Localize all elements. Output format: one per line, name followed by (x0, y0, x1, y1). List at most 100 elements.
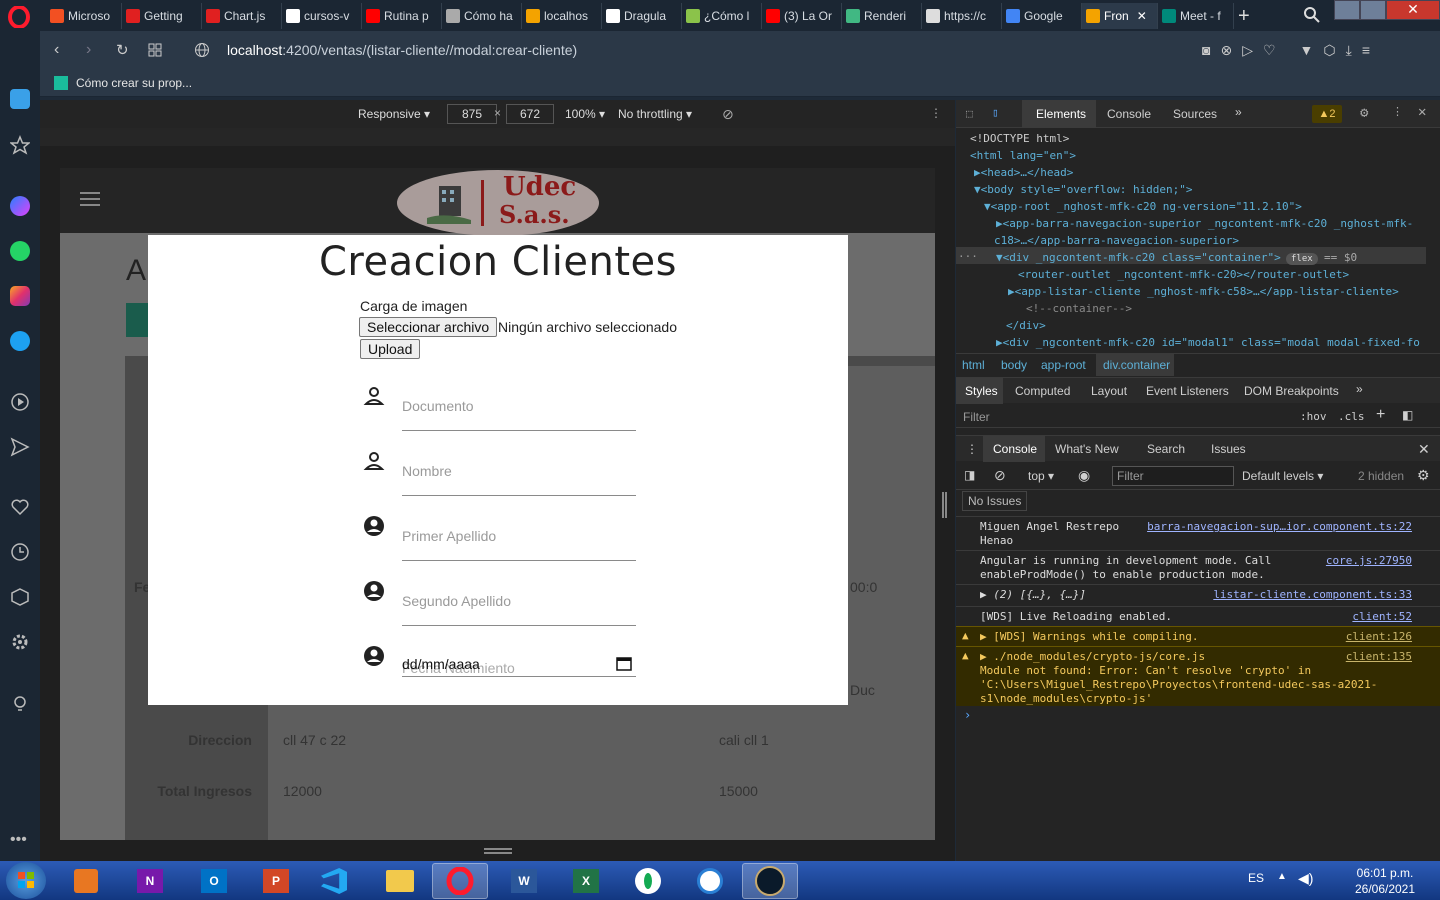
inspect-icon[interactable]: ⬚ (966, 107, 973, 120)
box-icon[interactable] (10, 587, 30, 607)
toggle-sidebar-icon[interactable]: ◧ (1402, 408, 1413, 422)
dom-node[interactable]: ▶<app-listar-cliente _nghost-mfk-c58>…</… (1008, 285, 1399, 298)
tab-elements[interactable]: Elements (1036, 107, 1086, 121)
hamburger-menu-icon[interactable] (80, 192, 100, 206)
taskbar-opera-icon[interactable] (432, 863, 488, 899)
console-warning-row[interactable]: ▲ ▶ [WDS] Warnings while compiling. clie… (956, 626, 1440, 646)
taskbar-outlook-icon[interactable]: O (186, 863, 242, 899)
device-height-input[interactable]: 672 (506, 104, 554, 124)
speed-dial-icon[interactable] (148, 43, 162, 57)
browser-tab[interactable]: localhos (522, 3, 602, 29)
heart-bookmark-icon[interactable]: ♡ (1263, 42, 1276, 59)
messenger-icon[interactable] (10, 196, 30, 216)
browser-tab[interactable]: Cómo ha (442, 3, 522, 29)
browser-tab[interactable]: Dragula (602, 3, 682, 29)
vpn-icon[interactable]: ▼ (1300, 42, 1314, 59)
devtools-split-handle[interactable] (942, 492, 947, 518)
log-source-link[interactable]: core.js:27950 (1326, 554, 1412, 567)
add-rule-icon[interactable]: + (1376, 406, 1385, 424)
tab-event-listeners[interactable]: Event Listeners (1146, 384, 1229, 398)
language-indicator[interactable]: ES (1248, 871, 1264, 885)
console-prompt-icon[interactable]: › (964, 708, 971, 722)
clock-date[interactable]: 26/06/2021 (1340, 882, 1430, 896)
hov-toggle[interactable]: :hov (1300, 410, 1327, 423)
taskbar-media-player-icon[interactable] (58, 863, 114, 899)
heart-icon[interactable] (10, 497, 30, 517)
back-icon[interactable]: ‹ (54, 41, 59, 59)
dom-node[interactable]: </div> (1006, 319, 1046, 332)
browser-tab[interactable]: Rutina p (362, 3, 442, 29)
dom-node-selected[interactable]: ▼<div _ngcontent-mfk-c20 class="containe… (996, 251, 1281, 264)
start-button[interactable] (6, 862, 46, 899)
drawer-tab-issues[interactable]: Issues (1211, 442, 1246, 456)
new-tab-button[interactable]: + (1238, 5, 1250, 28)
dom-node[interactable]: <html lang="en"> (970, 149, 1076, 162)
tab-layout[interactable]: Layout (1091, 384, 1127, 398)
search-tabs-icon[interactable] (1303, 6, 1321, 24)
minimize-button[interactable] (1334, 0, 1360, 20)
more-tabs-icon[interactable]: » (1235, 105, 1242, 119)
log-source-link[interactable]: listar-cliente.component.ts:33 (1213, 588, 1412, 601)
browser-tab[interactable]: Google (1002, 3, 1082, 29)
dom-node[interactable]: ▼<app-root _nghost-mfk-c20 ng-version="1… (984, 200, 1302, 213)
browser-tab[interactable]: ¿Cómo l (682, 3, 762, 29)
opera-logo-icon[interactable] (8, 6, 30, 28)
breadcrumb-item[interactable]: html (962, 358, 985, 372)
maximize-button[interactable] (1360, 0, 1386, 20)
drawer-menu-icon[interactable]: ⋮ (966, 442, 978, 456)
calendar-icon[interactable] (616, 655, 632, 671)
more-icon[interactable]: ••• (10, 831, 27, 849)
taskbar-powerpoint-icon[interactable]: P (248, 863, 304, 899)
browser-tab[interactable]: Meet - f (1158, 3, 1234, 29)
forward-icon[interactable]: › (86, 41, 91, 59)
browser-tab[interactable]: Fron ✕ (1082, 3, 1158, 29)
dom-node[interactable]: c18>…</app-barra-navegacion-superior> (994, 234, 1239, 247)
segundo-apellido-field[interactable]: Segundo Apellido (362, 579, 636, 629)
taskbar-mongodb-icon[interactable] (620, 863, 676, 899)
device-width-input[interactable]: 875 (447, 104, 497, 124)
flex-badge[interactable]: flex (1286, 253, 1318, 265)
close-window-button[interactable]: ✕ (1386, 0, 1440, 20)
drawer-tab-search[interactable]: Search (1147, 442, 1185, 456)
taskbar-word-icon[interactable]: W (496, 863, 552, 899)
taskbar-app-icon[interactable] (682, 863, 738, 899)
console-sidebar-icon[interactable]: ◨ (964, 468, 975, 482)
tab-dom-breakpoints[interactable]: DOM Breakpoints (1244, 384, 1339, 398)
log-source-link[interactable]: barra-navegacion-sup…ior.component.ts:22 (1147, 520, 1412, 533)
log-source-link[interactable]: client:135 (1346, 650, 1412, 663)
console-warning-row[interactable]: ▲ ▶ ./node_modules/crypto-js/core.js Mod… (956, 646, 1440, 706)
more-style-tabs-icon[interactable]: » (1356, 382, 1363, 396)
primer-apellido-field[interactable]: Primer Apellido (362, 514, 636, 564)
browser-tab[interactable]: cursos-v (282, 3, 362, 29)
dom-node[interactable]: ▶<app-barra-navegacion-superior _ngconte… (996, 217, 1413, 230)
device-more-icon[interactable]: ⋮ (930, 106, 942, 120)
dom-node[interactable]: <!DOCTYPE html> (970, 132, 1069, 145)
download-icon[interactable]: ⤓ (1346, 42, 1352, 59)
whatsapp-icon[interactable] (10, 241, 30, 261)
twitter-icon[interactable] (10, 331, 30, 351)
console-log-row[interactable]: Angular is running in development mode. … (956, 550, 1440, 582)
upload-button[interactable]: Upload (360, 339, 421, 359)
taskbar-vscode-icon[interactable] (306, 863, 362, 899)
documento-field[interactable]: Documento (362, 384, 636, 434)
lightbulb-icon[interactable] (10, 694, 30, 714)
clear-console-icon[interactable]: ⊘ (994, 467, 1006, 484)
live-expression-eye-icon[interactable]: ◉ (1078, 467, 1090, 484)
taskbar-onenote-icon[interactable]: N (122, 863, 178, 899)
clock-time[interactable]: 06:01 p.m. (1340, 866, 1430, 880)
devtools-more-icon[interactable]: ⋮ (1392, 105, 1403, 118)
history-icon[interactable] (10, 542, 30, 562)
browser-tab[interactable]: https://c (922, 3, 1002, 29)
rotate-icon[interactable]: ⊘ (722, 106, 734, 123)
send-snapshot-icon[interactable]: ▷ (1242, 42, 1253, 59)
browser-tab[interactable]: Getting (122, 3, 202, 29)
tray-arrow-icon[interactable]: ▲ (1277, 871, 1287, 882)
tab-styles[interactable]: Styles (965, 384, 998, 398)
console-log-row[interactable]: [WDS] Live Reloading enabled. client:52 (956, 606, 1440, 626)
browser-tab[interactable]: Renderi (842, 3, 922, 29)
url-field[interactable]: localhost:4200/ventas/(listar-cliente//m… (227, 42, 577, 58)
dom-node[interactable]: ▶<div _ngcontent-mfk-c20 id="modal1" cla… (996, 336, 1420, 349)
drawer-tab-whats-new[interactable]: What's New (1055, 442, 1119, 456)
drawer-close-icon[interactable]: ✕ (1418, 441, 1430, 458)
player-icon[interactable] (10, 392, 30, 412)
